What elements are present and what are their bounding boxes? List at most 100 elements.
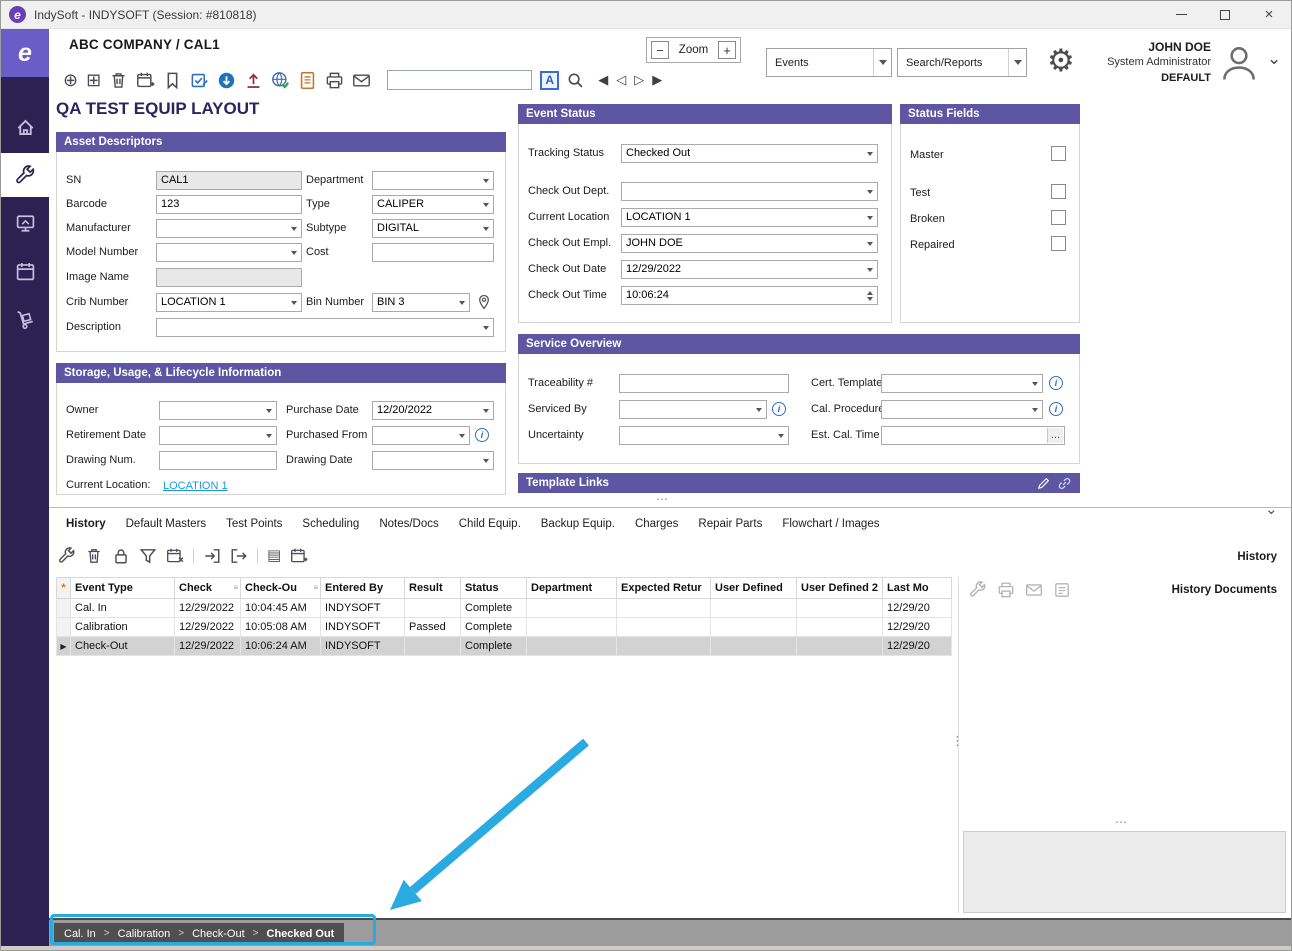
tracking-status-field[interactable]: Checked Out [621,144,878,163]
barcode-field[interactable]: 123 [156,195,302,214]
column-header-status[interactable]: Status [461,578,527,599]
edit-pencil-icon[interactable] [1036,476,1051,491]
column-header-event-type[interactable]: Event Type [71,578,175,599]
tool-icon[interactable] [58,547,76,565]
bin-number-field[interactable]: BIN 3 [372,293,470,312]
dropdown-arrow-icon[interactable] [454,427,469,444]
column-header-user-defined-2[interactable]: User Defined 2 [797,578,883,599]
cal-procedure-info-icon[interactable]: i [1049,402,1063,416]
dropdown-arrow-icon[interactable] [478,319,493,336]
events-select-arrow[interactable] [873,49,891,76]
nav-prev-button[interactable]: ◁ [616,72,626,88]
sort-icon[interactable]: ≡ [233,583,238,592]
tab-child-equip[interactable]: Child Equip. [449,513,531,535]
tab-repair-parts[interactable]: Repair Parts [688,513,772,535]
column-header-user-defined[interactable]: User Defined [711,578,797,599]
column-header-department[interactable]: Department [527,578,617,599]
master-checkbox[interactable] [1051,146,1066,161]
test-checkbox[interactable] [1051,184,1066,199]
time-spinner[interactable] [862,287,877,304]
dropdown-arrow-icon[interactable] [478,402,493,419]
events-select[interactable]: Events [766,48,892,77]
manufacturer-field[interactable] [156,219,302,238]
check-out-empl-field[interactable]: JOHN DOE [621,234,878,253]
sidebar-item-scheduler[interactable] [1,249,49,293]
search-reports-select-arrow[interactable] [1008,49,1026,76]
column-header-entered-by[interactable]: Entered By [321,578,405,599]
add-icon[interactable]: ⊕ [63,71,78,90]
history-row-cal-in[interactable]: Cal. In12/29/202210:04:45 AMINDYSOFTComp… [57,599,952,618]
panel-resize-handle[interactable]: ⋯ [656,494,668,504]
layout-icon[interactable]: ⊞ [86,71,101,90]
dropdown-arrow-icon[interactable] [862,235,877,252]
check-out-time-field[interactable]: 10:06:24 [621,286,878,305]
zoom-in-button[interactable]: + [718,41,736,59]
purchase-date-field[interactable]: 12/20/2022 [372,401,494,420]
cost-field[interactable] [372,243,494,262]
mail-icon[interactable] [352,71,371,90]
location-pin-icon[interactable] [476,294,492,310]
dropdown-arrow-icon[interactable] [478,220,493,237]
sn-field[interactable]: CAL1 [156,171,302,190]
column-header-check[interactable]: Check≡ [175,578,241,599]
drawing-num-field[interactable] [159,451,277,470]
tab-backup-equip[interactable]: Backup Equip. [531,513,625,535]
history-row-calibration[interactable]: Calibration12/29/202210:05:08 AMINDYSOFT… [57,618,952,637]
new-event-icon[interactable] [290,547,308,565]
dropdown-arrow-icon[interactable] [862,209,877,226]
tab-scheduling[interactable]: Scheduling [292,513,369,535]
dropdown-arrow-icon[interactable] [773,427,788,444]
list-view-icon[interactable]: ▤ [267,547,281,565]
column-header-check-ou[interactable]: Check-Ou≡ [241,578,321,599]
tab-flowchart-images[interactable]: Flowchart / Images [772,513,889,535]
traceability-field[interactable] [619,374,789,393]
dropdown-arrow-icon[interactable] [478,172,493,189]
owner-field[interactable] [159,401,277,420]
check-in-icon[interactable] [203,547,221,565]
purchased-from-info-icon[interactable]: i [475,428,489,442]
dropdown-arrow-icon[interactable] [751,401,766,418]
minimize-button[interactable] [1159,1,1203,28]
column-header-last-mo[interactable]: Last Mo [883,578,952,599]
link-icon[interactable] [1057,476,1072,491]
dropdown-arrow-icon[interactable] [286,220,301,237]
dropdown-arrow-icon[interactable] [478,452,493,469]
check-out-icon[interactable] [230,547,248,565]
model-number-field[interactable] [156,243,302,262]
print-icon[interactable] [997,581,1015,599]
quick-search-input[interactable] [387,70,532,90]
retirement-date-field[interactable] [159,426,277,445]
drawing-date-field[interactable] [372,451,494,470]
purchased-from-field[interactable] [372,426,470,445]
search-reports-select[interactable]: Search/Reports [897,48,1027,77]
history-row-check-out[interactable]: ▶Check-Out12/29/202210:06:24 AMINDYSOFTC… [57,637,952,656]
dropdown-arrow-icon[interactable] [261,427,276,444]
mail-icon[interactable] [1025,581,1043,599]
column-header-result[interactable]: Result [405,578,461,599]
delete-icon[interactable] [109,71,128,90]
tab-test-points[interactable]: Test Points [216,513,292,535]
cal-procedure-field[interactable] [881,400,1043,419]
delete-event-icon[interactable] [166,547,184,565]
search-icon[interactable] [567,72,584,89]
delete-icon[interactable] [85,547,103,565]
font-size-button[interactable]: A [540,71,559,90]
dropdown-arrow-icon[interactable] [261,402,276,419]
dropdown-arrow-icon[interactable] [454,294,469,311]
column-header-expected-retur[interactable]: Expected Retur [617,578,711,599]
collapse-chevron-icon[interactable]: ⌄ [1265,500,1278,518]
est-cal-time-more-button[interactable]: … [1047,428,1063,443]
account-chevron-icon[interactable]: ⌄ [1267,49,1281,69]
new-event-icon[interactable] [136,71,155,90]
upload-icon[interactable] [244,71,263,90]
filter-icon[interactable] [139,547,157,565]
breadcrumb[interactable]: ABC COMPANY / CAL1 [69,37,220,52]
nav-first-button[interactable]: ◀ [598,72,608,88]
sidebar-item-logistics[interactable] [1,297,49,341]
cert-template-info-icon[interactable]: i [1049,376,1063,390]
repaired-checkbox[interactable] [1051,236,1066,251]
document-drop-area[interactable] [963,831,1286,913]
uncertainty-field[interactable] [619,426,789,445]
user-block[interactable]: JOHN DOE System Administrator DEFAULT [1107,40,1211,86]
dropdown-arrow-icon[interactable] [1027,375,1042,392]
